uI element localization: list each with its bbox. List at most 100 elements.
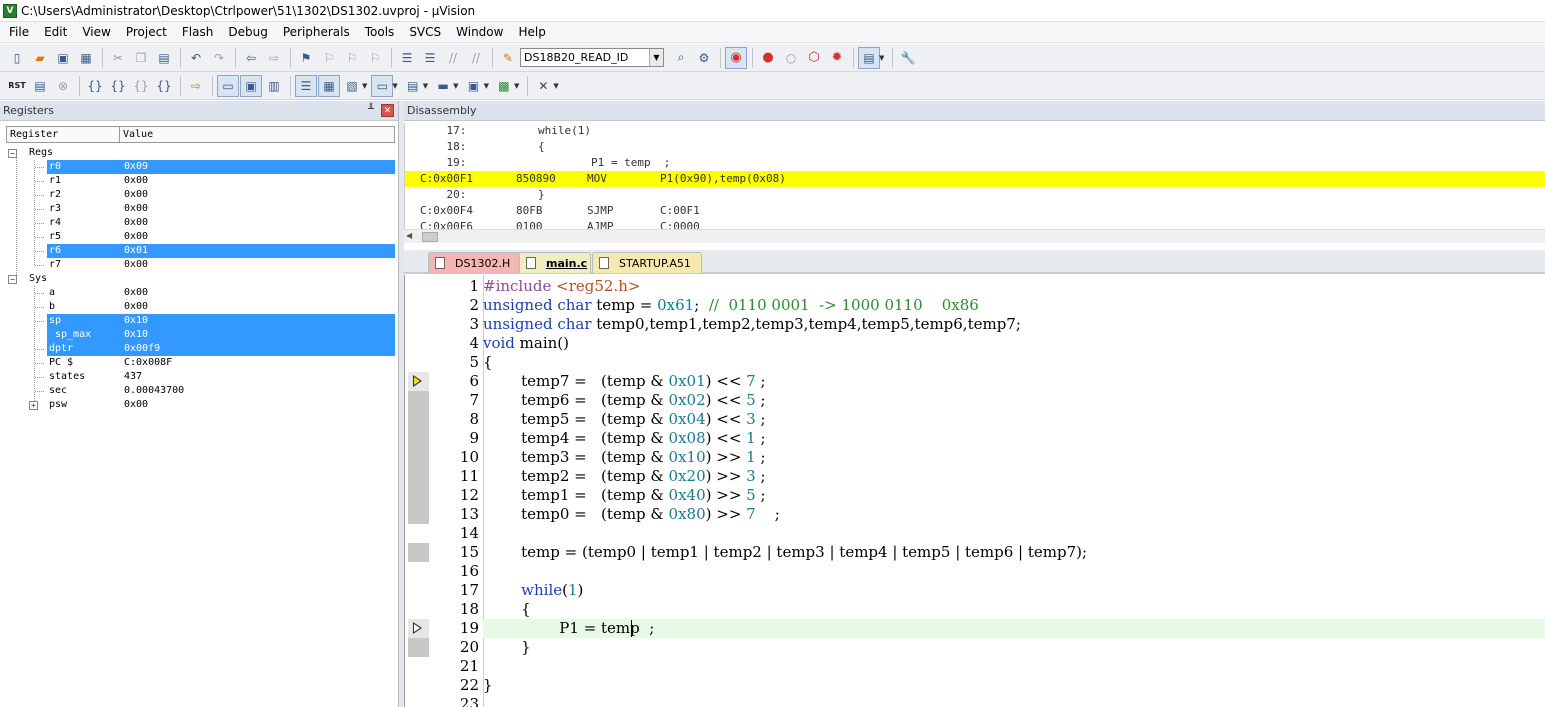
toolbox-icon[interactable]: ✕ — [532, 75, 554, 97]
pin-icon[interactable]: ╨ — [368, 104, 374, 115]
register-row[interactable]: r4 0x00 — [6, 216, 395, 230]
menu-project[interactable]: Project — [119, 22, 175, 43]
code-coverage-mark[interactable] — [408, 505, 429, 524]
disassembly-lines[interactable]: 17: while(1) 18: { 19: P1 = temp ; C:0x0… — [404, 123, 1545, 229]
code-line[interactable]: temp = (temp0 | temp1 | temp2 | temp3 | … — [483, 543, 1087, 562]
register-row[interactable]: a 0x00 — [6, 286, 395, 300]
menu-tools[interactable]: Tools — [358, 22, 403, 43]
tab-startup-a51[interactable]: STARTUP.A51 — [592, 252, 702, 273]
chevron-down-icon[interactable]: ▼ — [362, 82, 367, 90]
bookmark-icon[interactable]: ⚑ — [295, 47, 317, 69]
disassembly-current-instruction[interactable]: C:0x00F1 850890 MOV P1(0x90),temp(0x08) — [405, 171, 1545, 187]
code-coverage-mark[interactable] — [408, 486, 429, 505]
prev-bookmark-icon[interactable]: ⚐ — [318, 47, 340, 69]
incremental-find-icon[interactable]: ⚙ — [693, 47, 715, 69]
register-row[interactable]: PC $ C:0x008F — [6, 356, 395, 370]
disassembly-instruction[interactable]: C:0x00F4 80FB SJMP C:00F1 — [405, 203, 1545, 219]
target-select[interactable]: DS18B20_READ_ID ▼ — [520, 48, 664, 67]
open-folder-icon[interactable]: ▰ — [29, 47, 51, 69]
code-line[interactable]: temp4 = (temp & 0x08) << 1 ; — [483, 429, 765, 448]
nav-forward-icon[interactable]: ⇨ — [263, 47, 285, 69]
debug-session-icon[interactable]: ◉ — [725, 46, 747, 69]
register-row[interactable]: sp 0x10 — [6, 314, 395, 328]
register-row[interactable]: dptr 0x00f9 — [6, 342, 395, 356]
code-line[interactable]: temp7 = (temp & 0x01) << 7 ; — [483, 372, 765, 391]
window-layout-icon[interactable]: ▤ — [858, 46, 880, 69]
call-stack-window-icon[interactable]: ▦ — [318, 74, 340, 97]
code-line[interactable]: temp6 = (temp & 0x02) << 5 ; — [483, 391, 765, 410]
menu-help[interactable]: Help — [511, 22, 553, 43]
chevron-down-icon[interactable]: ▼ — [879, 54, 884, 62]
code-line[interactable]: void main() — [483, 334, 569, 353]
disassembly-source-line[interactable]: 19: P1 = temp ; — [405, 155, 1545, 171]
horizontal-scrollbar[interactable]: ◀ — [404, 229, 1545, 243]
register-row[interactable]: states 437 — [6, 370, 395, 384]
clear-bookmarks-icon[interactable]: ⚐ — [364, 47, 386, 69]
code-line[interactable]: unsigned char temp = 0x61; // 0110 0001 … — [483, 296, 979, 315]
code-line[interactable]: temp3 = (temp & 0x10) >> 1 ; — [483, 448, 765, 467]
code-line[interactable]: while(1) — [483, 581, 583, 600]
tree-group-regs[interactable]: − Regs — [6, 146, 395, 160]
chevron-down-icon[interactable]: ▼ — [649, 49, 663, 66]
code-coverage-mark[interactable] — [408, 429, 429, 448]
undo-icon[interactable]: ↶ — [185, 47, 207, 69]
show-next-statement-icon[interactable]: ⇨ — [185, 75, 207, 97]
tab-main-c[interactable]: main.c — [519, 252, 591, 273]
register-row[interactable]: r1 0x00 — [6, 174, 395, 188]
chevron-down-icon[interactable]: ▼ — [423, 82, 428, 90]
stop-icon[interactable]: ⊗ — [52, 75, 74, 97]
registers-window-icon[interactable]: ☰ — [295, 74, 317, 97]
column-register[interactable]: Register — [7, 127, 120, 142]
chevron-down-icon[interactable]: ▼ — [514, 82, 519, 90]
find-in-files-icon[interactable]: ✎ — [497, 47, 519, 69]
step-out-icon[interactable]: {} — [130, 75, 152, 97]
kill-breakpoints-icon[interactable]: ✹ — [826, 47, 848, 69]
code-line[interactable]: { — [483, 353, 493, 372]
register-row[interactable]: r6 0x01 — [6, 244, 395, 258]
cut-icon[interactable]: ✂ — [107, 47, 129, 69]
reset-button[interactable]: RST — [6, 75, 28, 97]
column-value[interactable]: Value — [120, 127, 153, 142]
enable-breakpoint-icon[interactable]: ○ — [780, 47, 802, 69]
close-icon[interactable]: ✕ — [381, 104, 394, 117]
register-row[interactable]: r0 0x09 — [6, 160, 395, 174]
code-line[interactable]: } — [483, 638, 531, 657]
chevron-down-icon[interactable]: ▼ — [453, 82, 458, 90]
menu-peripherals[interactable]: Peripherals — [276, 22, 358, 43]
code-line[interactable]: unsigned char temp0,temp1,temp2,temp3,te… — [483, 315, 1021, 334]
step-into-icon[interactable]: {} — [84, 75, 106, 97]
register-row[interactable]: r2 0x00 — [6, 188, 395, 202]
register-row[interactable]: sec 0.00043700 — [6, 384, 395, 398]
expand-icon[interactable]: + — [29, 401, 38, 410]
save-icon[interactable]: ▣ — [52, 47, 74, 69]
disassembly-source-line[interactable]: 20: } — [405, 187, 1545, 203]
unindent-icon[interactable]: ☰ — [419, 47, 441, 69]
register-row[interactable]: sp_max 0x10 — [6, 328, 395, 342]
code-coverage-mark[interactable] — [408, 638, 429, 657]
redo-icon[interactable]: ↷ — [208, 47, 230, 69]
register-row[interactable]: r5 0x00 — [6, 230, 395, 244]
scroll-left-icon[interactable]: ◀ — [406, 231, 412, 240]
new-file-icon[interactable]: ▯ — [6, 47, 28, 69]
uncomment-icon[interactable]: // — [465, 47, 487, 69]
paste-icon[interactable]: ▤ — [153, 47, 175, 69]
menu-svcs[interactable]: SVCS — [402, 22, 449, 43]
symbols-window-icon[interactable]: ▥ — [263, 75, 285, 97]
code-line[interactable]: { — [483, 600, 531, 619]
indent-icon[interactable]: ☰ — [396, 47, 418, 69]
analysis-windows-icon[interactable]: ▬ — [432, 75, 454, 97]
menu-window[interactable]: Window — [449, 22, 511, 43]
trace-windows-icon[interactable]: ▣ — [463, 75, 485, 97]
code-line[interactable]: temp5 = (temp & 0x04) << 3 ; — [483, 410, 765, 429]
chevron-down-icon[interactable]: ▼ — [553, 82, 558, 90]
code-line[interactable]: temp2 = (temp & 0x20) >> 3 ; — [483, 467, 765, 486]
register-row[interactable]: b 0x00 — [6, 300, 395, 314]
code-coverage-mark[interactable] — [408, 448, 429, 467]
tree-group-sys[interactable]: − Sys — [6, 272, 395, 286]
code-line[interactable]: temp1 = (temp & 0x40) >> 5 ; — [483, 486, 765, 505]
code-editor[interactable]: 1 #include <reg52.h> 2 unsigned char temp =… — [404, 275, 1545, 707]
menu-file[interactable]: File — [2, 22, 37, 43]
save-all-icon[interactable]: ▦ — [75, 47, 97, 69]
tab-ds1302-h[interactable]: DS1302.H — [428, 252, 522, 273]
disassembly-source-line[interactable]: 18: { — [405, 139, 1545, 155]
